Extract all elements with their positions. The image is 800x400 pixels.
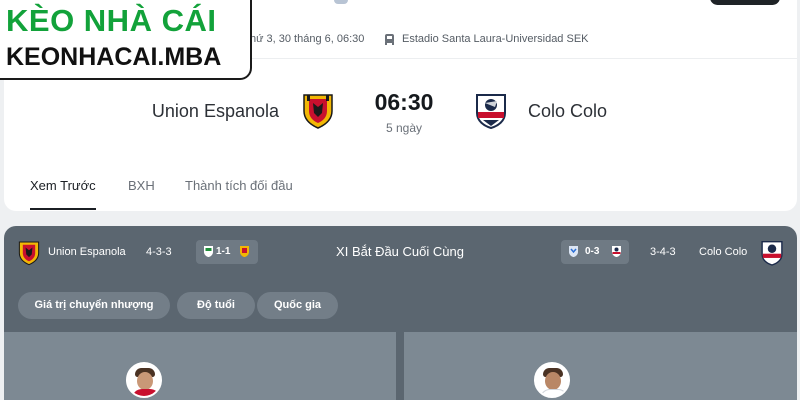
venue-name: Estadio Santa Laura-Universidad SEK: [402, 33, 589, 45]
home-last-score: 1-1: [216, 246, 231, 257]
lineup-away-team: Colo Colo: [699, 246, 748, 258]
top-action-button[interactable]: [710, 0, 780, 5]
lineup-title: XI Bắt Đầu Cuối Cùng: [336, 244, 464, 259]
tab-standings[interactable]: BXH: [128, 178, 155, 193]
kickoff-time: 06:30: [374, 89, 434, 115]
match-tabs: Xem Trước BXH Thành tích đối đầu: [4, 170, 797, 210]
colo-colo-crest-icon: [612, 246, 621, 257]
tab-preview[interactable]: Xem Trước: [30, 178, 96, 193]
colo-colo-crest-icon[interactable]: [474, 93, 508, 129]
away-last-score: 0-3: [585, 246, 600, 257]
logo-domain: KEONHACAI.MBA: [6, 43, 222, 71]
logo-title: KÈO NHÀ CÁI: [6, 3, 217, 38]
away-formation: 3-4-3: [650, 246, 676, 258]
countdown: 5 ngày: [385, 121, 423, 135]
active-tab-indicator: [30, 208, 96, 210]
home-last-match-badge[interactable]: 1-1: [196, 240, 258, 264]
away-team-name[interactable]: Colo Colo: [528, 101, 607, 122]
player-avatar-icon[interactable]: [126, 362, 162, 398]
union-espanola-crest-icon: [240, 246, 249, 257]
site-logo[interactable]: KÈO NHÀ CÁI KEONHACAI.MBA: [0, 0, 252, 80]
top-indicator: [334, 0, 348, 4]
tab-head-to-head[interactable]: Thành tích đối đầu: [185, 178, 293, 193]
home-formation: 4-3-3: [146, 246, 172, 258]
filter-transfer-value[interactable]: Giá trị chuyển nhượng: [18, 292, 170, 319]
match-date: hứ 3, 30 tháng 6, 06:30: [250, 33, 365, 45]
union-espanola-crest-icon[interactable]: [302, 93, 334, 129]
home-team-name[interactable]: Union Espanola: [152, 101, 279, 122]
home-pitch: [4, 332, 396, 400]
opponent-crest-icon: [204, 246, 213, 257]
filter-country[interactable]: Quốc gia: [257, 292, 338, 319]
away-last-match-badge[interactable]: 0-3: [561, 240, 629, 264]
opponent-crest-icon: [569, 246, 578, 257]
union-espanola-crest-icon: [18, 241, 40, 266]
away-pitch: [404, 332, 797, 400]
filter-age[interactable]: Độ tuổi: [177, 292, 255, 319]
lineup-home-team: Union Espanola: [48, 246, 126, 258]
stadium-icon: [385, 34, 394, 45]
lineup-panel: Union Espanola 4-3-3 1-1 XI Bắt Đầu Cuối…: [4, 226, 797, 400]
player-avatar-icon[interactable]: [534, 362, 570, 398]
colo-colo-crest-icon: [761, 241, 783, 266]
